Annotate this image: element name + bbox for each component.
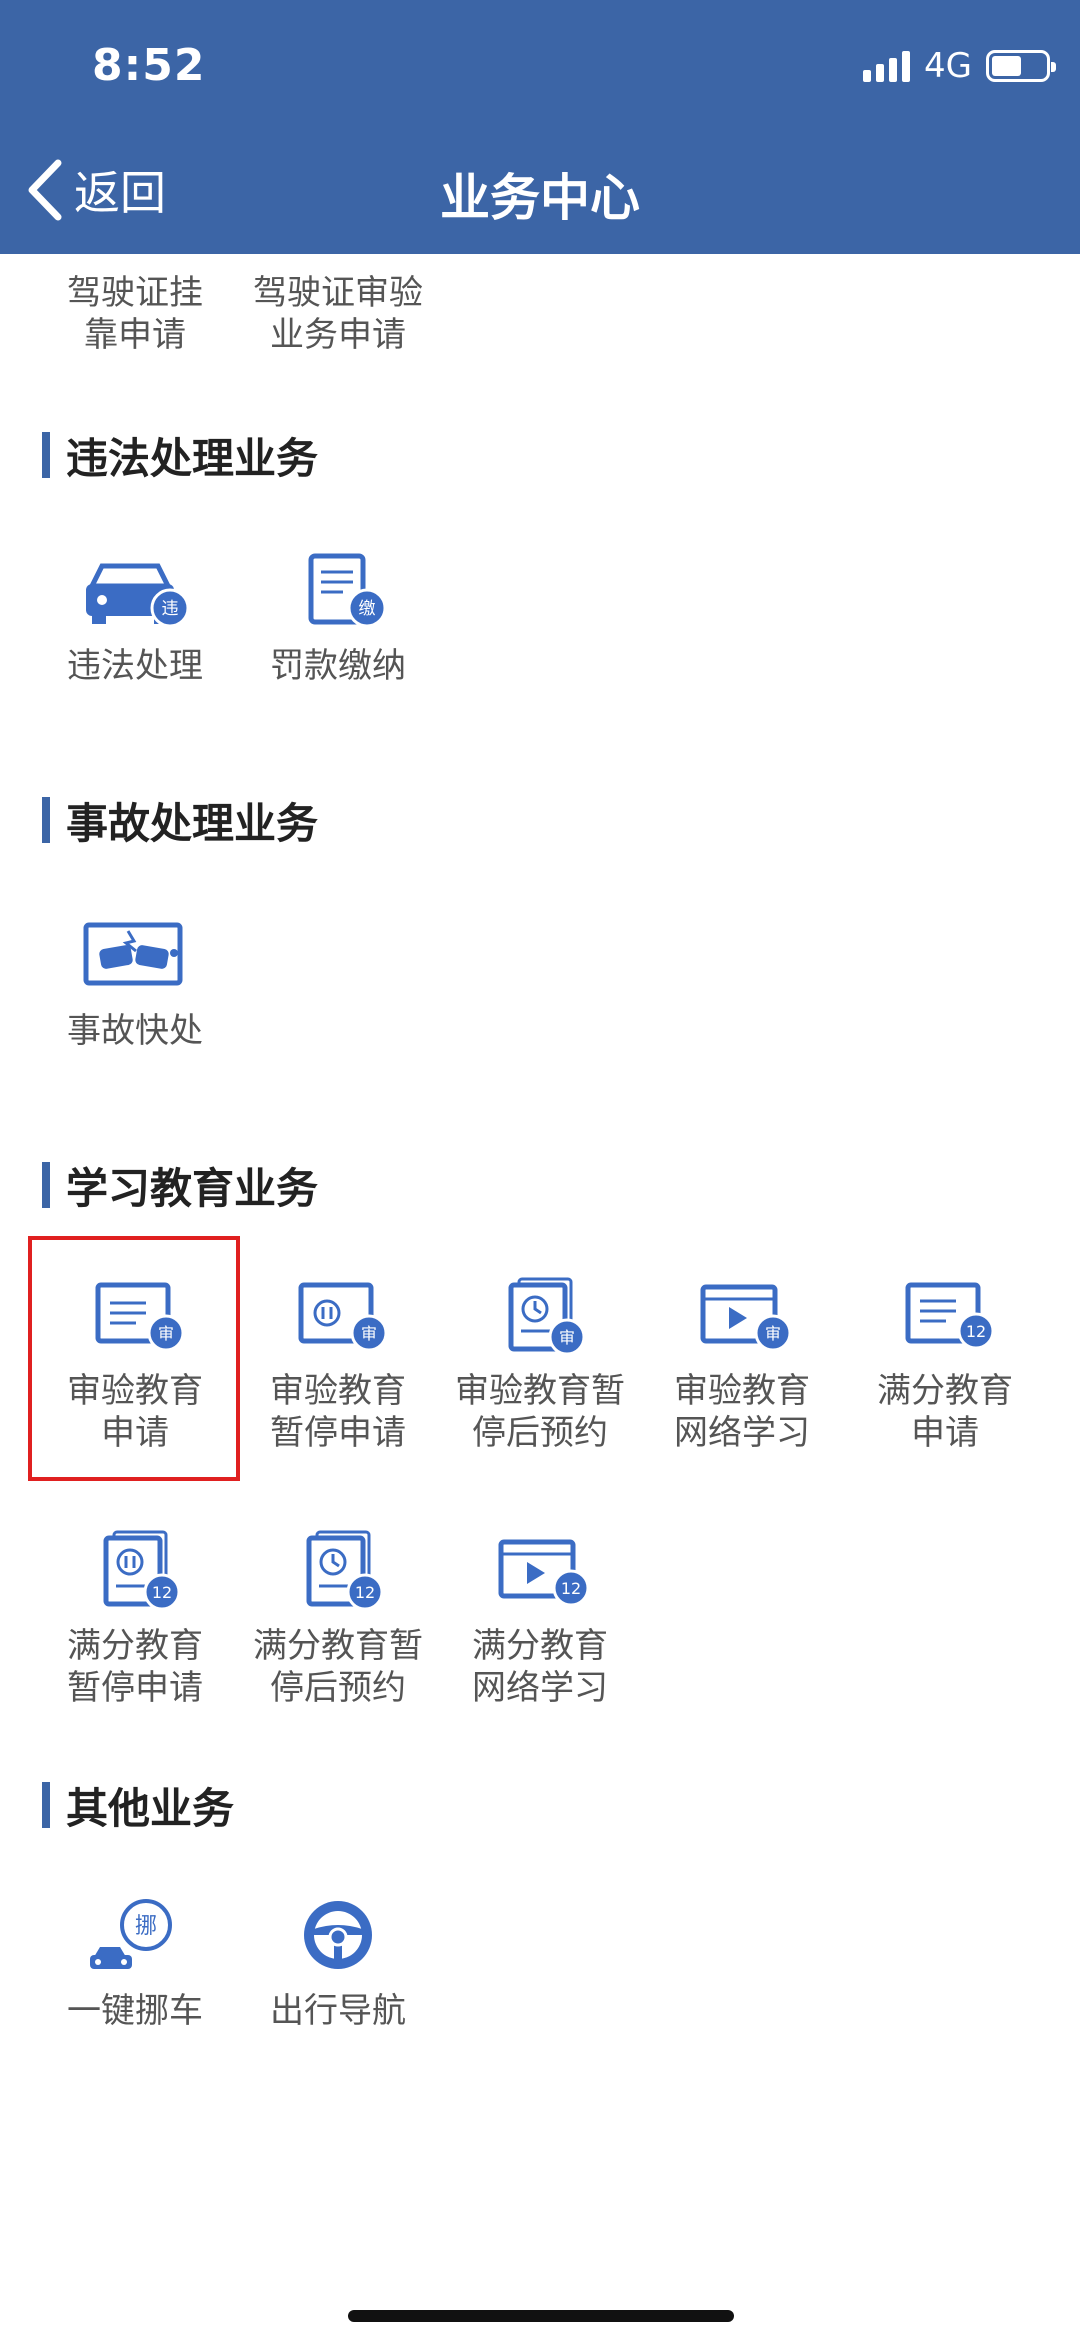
grid-item-navigation[interactable]: 出行导航 <box>238 1880 438 2032</box>
item-label: 事故快处 <box>67 1011 203 1051</box>
badge-text: 审 <box>361 1324 377 1343</box>
section-title-accident: 事故处理业务 <box>42 795 318 848</box>
section-title-violation: 违法处理业务 <box>42 430 318 483</box>
document-12-icon: 12 <box>845 1260 1045 1370</box>
accident-quick-icon <box>35 900 235 1010</box>
section-title-text: 事故处理业务 <box>66 798 319 848</box>
item-label: 驾驶证审验 业务申请 <box>253 273 423 355</box>
badge-text: 审 <box>765 1324 781 1343</box>
badge-text: 缴 <box>359 599 376 619</box>
grid-item-move-car[interactable]: 挪 一键挪车 <box>35 1880 235 2032</box>
item-label: 驾驶证挂 靠申请 <box>67 273 203 355</box>
home-indicator[interactable] <box>348 2310 734 2322</box>
pause-12-icon: 12 <box>35 1515 235 1625</box>
app-header: 8:52 4G 返回 业务中心 <box>0 0 1080 254</box>
grid-item-accident-quick[interactable]: 事故快处 <box>35 900 235 1052</box>
section-accent-bar <box>42 432 50 478</box>
section-title-text: 学习教育业务 <box>66 1163 319 1213</box>
section-title-text: 其他业务 <box>66 1783 235 1833</box>
grid-item-full-score-education-online[interactable]: 12 满分教育 网络学习 <box>440 1515 640 1709</box>
item-label: 满分教育暂 停后预约 <box>253 1626 423 1708</box>
section-title-other: 其他业务 <box>42 1780 234 1833</box>
car-violation-icon: 违 <box>35 535 235 645</box>
steering-wheel-icon <box>238 1880 438 1990</box>
page-title: 业务中心 <box>440 169 640 227</box>
item-label: 一键挪车 <box>67 1991 203 2031</box>
badge-text: 审 <box>158 1324 174 1343</box>
grid-item-fine-payment[interactable]: 缴 罚款缴纳 <box>238 535 438 687</box>
grid-item-license-affiliation[interactable]: 驾驶证挂 靠申请 <box>35 272 235 356</box>
item-label: 审验教育 暂停申请 <box>270 1371 406 1453</box>
video-review-icon: 审 <box>642 1260 842 1370</box>
battery-icon <box>986 50 1056 82</box>
item-label: 审验教育 网络学习 <box>674 1371 810 1453</box>
grid-item-review-education-pause[interactable]: 审 审验教育 暂停申请 <box>238 1260 438 1454</box>
status-time: 8:52 <box>92 40 206 91</box>
grid-item-review-education-apply[interactable]: 审 审验教育 申请 <box>35 1260 235 1454</box>
section-accent-bar <box>42 1162 50 1208</box>
move-car-icon: 挪 <box>35 1880 235 1990</box>
fine-payment-icon: 缴 <box>238 535 438 645</box>
status-indicators: 4G <box>863 44 1056 88</box>
network-type: 4G <box>924 46 972 86</box>
item-label: 罚款缴纳 <box>270 646 406 686</box>
item-label: 出行导航 <box>270 1991 406 2031</box>
item-label: 满分教育 申请 <box>877 1371 1013 1453</box>
grid-item-violation-handling[interactable]: 违 违法处理 <box>35 535 235 687</box>
document-review-icon: 审 <box>35 1260 235 1370</box>
grid-item-full-score-education-pause[interactable]: 12 满分教育 暂停申请 <box>35 1515 235 1709</box>
video-12-icon: 12 <box>440 1515 640 1625</box>
grid-item-license-review[interactable]: 驾驶证审验 业务申请 <box>238 272 438 356</box>
item-label: 审验教育暂 停后预约 <box>455 1371 625 1453</box>
badge-text: 12 <box>355 1583 375 1602</box>
clock-review-icon: 审 <box>440 1260 640 1370</box>
grid-item-review-education-online[interactable]: 审 审验教育 网络学习 <box>642 1260 842 1454</box>
badge-text: 12 <box>561 1579 581 1598</box>
badge-text: 12 <box>966 1322 986 1341</box>
badge-text: 违 <box>162 599 179 619</box>
section-title-text: 违法处理业务 <box>66 433 319 483</box>
clock-12-icon: 12 <box>238 1515 438 1625</box>
grid-item-full-score-education-apply[interactable]: 12 满分教育 申请 <box>845 1260 1045 1454</box>
item-label: 审验教育 申请 <box>67 1371 203 1453</box>
pause-review-icon: 审 <box>238 1260 438 1370</box>
badge-text: 挪 <box>135 1914 157 1939</box>
section-accent-bar <box>42 797 50 843</box>
item-label: 满分教育 网络学习 <box>472 1626 608 1708</box>
grid-item-review-education-appointment[interactable]: 审 审验教育暂 停后预约 <box>440 1260 640 1454</box>
item-label: 违法处理 <box>67 646 203 686</box>
badge-text: 审 <box>559 1328 575 1347</box>
section-title-education: 学习教育业务 <box>42 1160 318 1213</box>
signal-icon <box>863 50 911 82</box>
badge-text: 12 <box>152 1583 172 1602</box>
section-accent-bar <box>42 1782 50 1828</box>
item-label: 满分教育 暂停申请 <box>67 1626 203 1708</box>
grid-item-full-score-education-appointment[interactable]: 12 满分教育暂 停后预约 <box>238 1515 438 1709</box>
